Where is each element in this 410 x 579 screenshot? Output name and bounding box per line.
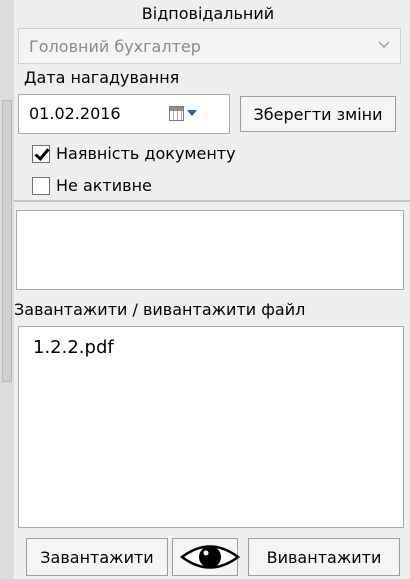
has-document-checkbox[interactable] [32, 144, 50, 163]
calendar-icon[interactable] [169, 106, 184, 121]
responsible-label: Відповідальний [141, 4, 275, 23]
responsible-select[interactable]: Головний бухгалтер [18, 28, 401, 64]
section-divider [14, 200, 410, 202]
reminder-date-label: Дата нагадування [24, 68, 180, 87]
caret-down-icon[interactable] [187, 110, 197, 116]
reminder-date-field[interactable]: 01.02.2016 [18, 94, 230, 134]
save-changes-button[interactable]: Зберегти зміни [240, 96, 396, 132]
responsible-select-value: Головний бухгалтер [29, 37, 201, 56]
reminder-date-value: 01.02.2016 [29, 104, 121, 123]
chevron-down-icon[interactable] [378, 35, 390, 59]
checkmark-icon [34, 144, 50, 161]
left-scrollbar[interactable] [2, 100, 12, 382]
download-button[interactable]: Вивантажити [248, 538, 400, 576]
inactive-checkbox[interactable] [32, 176, 50, 195]
document-details-panel: Відповідальний Головний бухгалтер Дата н… [14, 0, 410, 579]
left-panel-edge [0, 0, 15, 579]
inactive-label: Не активне [56, 176, 152, 195]
preview-button[interactable] [172, 538, 241, 578]
inactive-row[interactable]: Не активне [32, 176, 152, 195]
eye-icon [179, 545, 241, 578]
file-list-item[interactable]: 1.2.2.pdf [33, 337, 114, 358]
has-document-row[interactable]: Наявність документу [32, 144, 236, 163]
has-document-label: Наявність документу [56, 144, 236, 163]
notes-textarea[interactable] [16, 210, 404, 290]
file-list[interactable]: 1.2.2.pdf [18, 326, 404, 528]
upload-button[interactable]: Завантажити [26, 538, 168, 576]
file-section-label: Завантажити / вивантажити файл [14, 300, 306, 319]
